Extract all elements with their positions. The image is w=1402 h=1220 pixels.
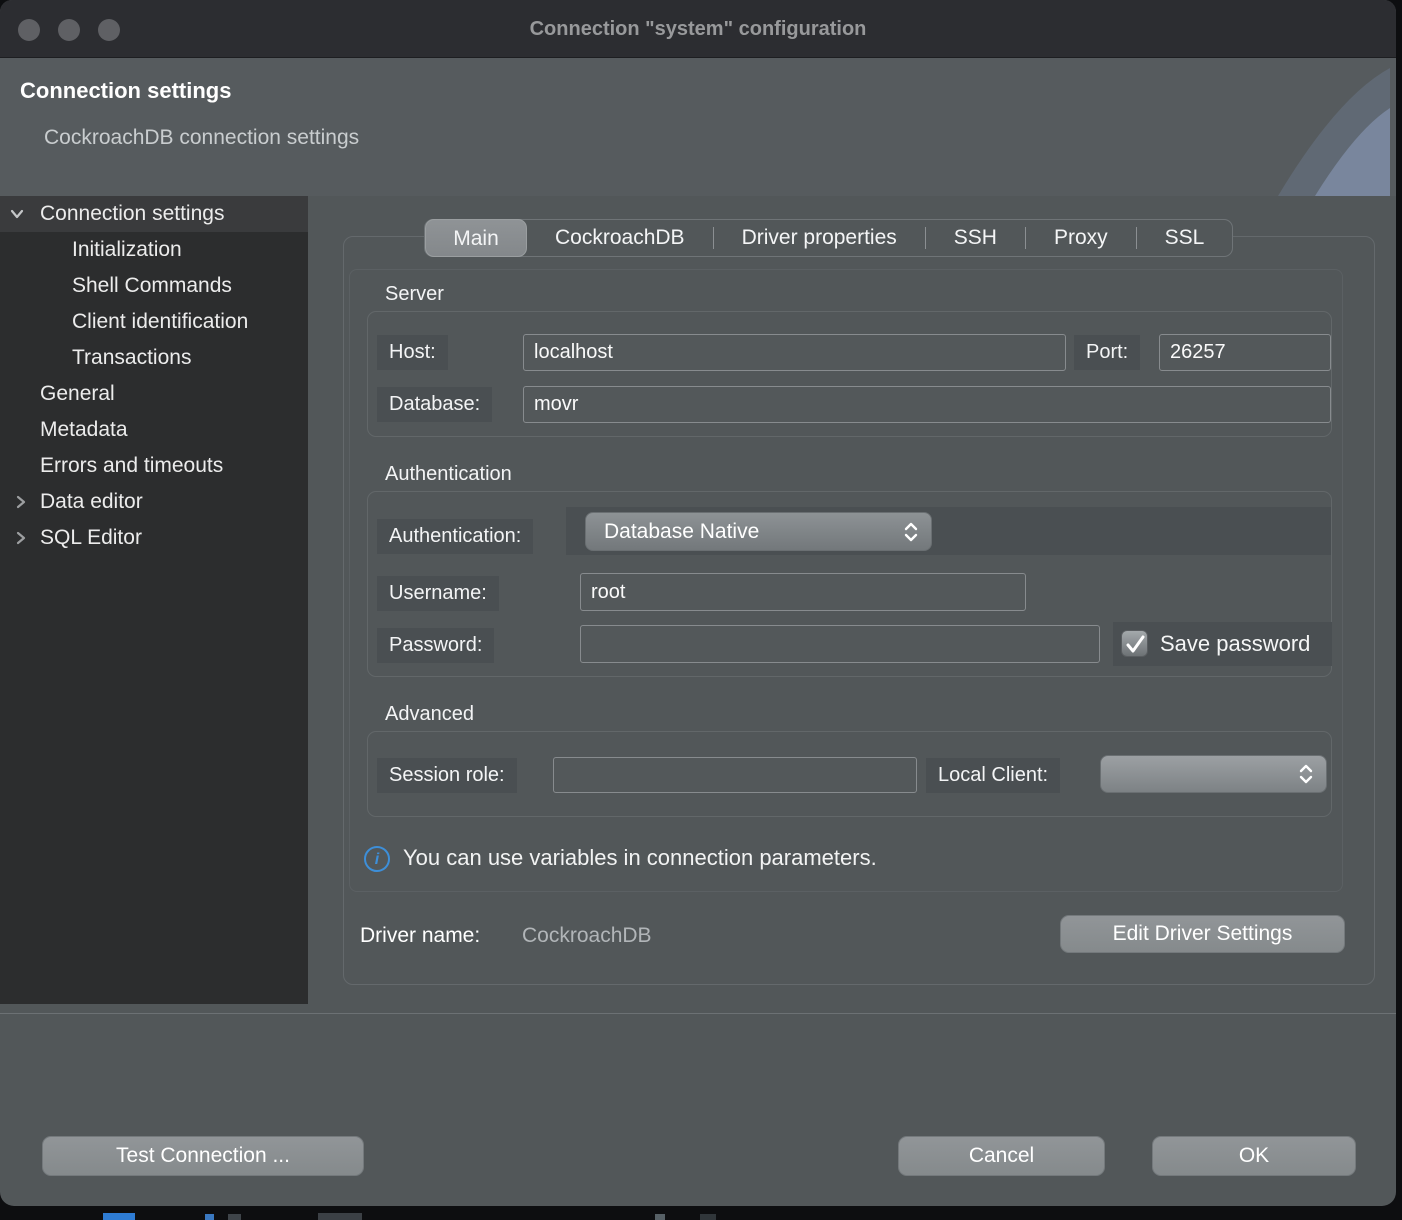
authentication-group-label: Authentication <box>385 463 512 486</box>
session-role-input[interactable] <box>553 757 917 793</box>
authentication-select[interactable]: Database Native <box>585 512 932 551</box>
edit-driver-settings-button[interactable]: Edit Driver Settings <box>1060 915 1345 953</box>
host-label: Host: <box>377 335 448 370</box>
cancel-button[interactable]: Cancel <box>898 1136 1105 1176</box>
screen: Connection "system" configuration Connec… <box>0 0 1402 1220</box>
desktop-strip <box>0 1206 1402 1220</box>
check-icon <box>1122 631 1149 658</box>
tab-ssh[interactable]: SSH <box>926 219 1025 257</box>
port-label: Port: <box>1074 335 1140 370</box>
save-password-label: Save password <box>1160 622 1310 666</box>
window-title: Connection "system" configuration <box>0 0 1396 58</box>
database-input[interactable] <box>523 386 1331 423</box>
updown-chevrons-icon <box>903 520 919 544</box>
port-input[interactable] <box>1159 334 1331 371</box>
desktop-fragment <box>318 1213 362 1220</box>
settings-tree: Connection settings Initialization Shell… <box>0 196 308 1004</box>
title-bar: Connection "system" configuration <box>0 0 1396 58</box>
ok-button[interactable]: OK <box>1152 1136 1356 1176</box>
chevron-right-icon <box>12 529 30 547</box>
save-password-checkbox[interactable] <box>1121 630 1148 657</box>
username-input[interactable] <box>580 573 1026 611</box>
advanced-group-label: Advanced <box>385 703 474 726</box>
desktop-fragment <box>700 1214 716 1220</box>
host-input[interactable] <box>523 334 1066 371</box>
tab-cockroachdb[interactable]: CockroachDB <box>527 219 713 257</box>
sidebar-item-shell-commands[interactable]: Shell Commands <box>0 268 308 304</box>
sidebar-item-data-editor[interactable]: Data editor <box>0 484 308 520</box>
sidebar-item-transactions[interactable]: Transactions <box>0 340 308 376</box>
tab-ssl[interactable]: SSL <box>1137 219 1233 257</box>
sidebar-item-errors-and-timeouts[interactable]: Errors and timeouts <box>0 448 308 484</box>
sidebar-item-client-identification[interactable]: Client identification <box>0 304 308 340</box>
chevron-down-icon <box>8 205 26 223</box>
session-role-label: Session role: <box>377 758 517 793</box>
server-group-label: Server <box>385 283 444 306</box>
footer-divider <box>0 1013 1396 1014</box>
local-client-select[interactable] <box>1100 755 1327 793</box>
save-password-row: Save password <box>1113 622 1332 666</box>
chevron-right-icon <box>12 493 30 511</box>
page-subtitle: CockroachDB connection settings <box>44 126 359 150</box>
tab-main[interactable]: Main <box>425 219 527 257</box>
local-client-label: Local Client: <box>926 758 1060 793</box>
sidebar-item-metadata[interactable]: Metadata <box>0 412 308 448</box>
sidebar-item-sql-editor[interactable]: SQL Editor <box>0 520 308 556</box>
variables-hint: You can use variables in connection para… <box>403 845 877 871</box>
page-title: Connection settings <box>20 78 231 104</box>
connection-tabs: Main CockroachDB Driver properties SSH P… <box>424 219 1233 257</box>
tab-driver-properties[interactable]: Driver properties <box>714 219 925 257</box>
desktop-fragment <box>655 1214 665 1220</box>
tab-proxy[interactable]: Proxy <box>1026 219 1136 257</box>
password-label: Password: <box>377 628 494 663</box>
info-icon: i <box>364 846 390 872</box>
decorative-arcs <box>1220 58 1390 196</box>
sidebar-item-general[interactable]: General <box>0 376 308 412</box>
desktop-fragment <box>228 1214 241 1220</box>
password-input[interactable] <box>580 625 1100 663</box>
authentication-label: Authentication: <box>377 519 533 554</box>
sidebar-item-connection-settings[interactable]: Connection settings <box>0 196 308 232</box>
updown-chevrons-icon <box>1298 762 1314 786</box>
authentication-selected-value: Database Native <box>604 520 759 544</box>
desktop-fragment <box>103 1213 135 1220</box>
username-label: Username: <box>377 576 499 611</box>
connection-configuration-dialog: Connection "system" configuration Connec… <box>0 0 1396 1206</box>
sidebar-item-initialization[interactable]: Initialization <box>0 232 308 268</box>
driver-name-value: CockroachDB <box>522 924 652 948</box>
database-label: Database: <box>377 387 492 422</box>
test-connection-button[interactable]: Test Connection ... <box>42 1136 364 1176</box>
driver-name-label: Driver name: <box>360 924 480 948</box>
wizard-header: Connection settings CockroachDB connecti… <box>0 58 1396 196</box>
desktop-fragment <box>205 1214 214 1220</box>
